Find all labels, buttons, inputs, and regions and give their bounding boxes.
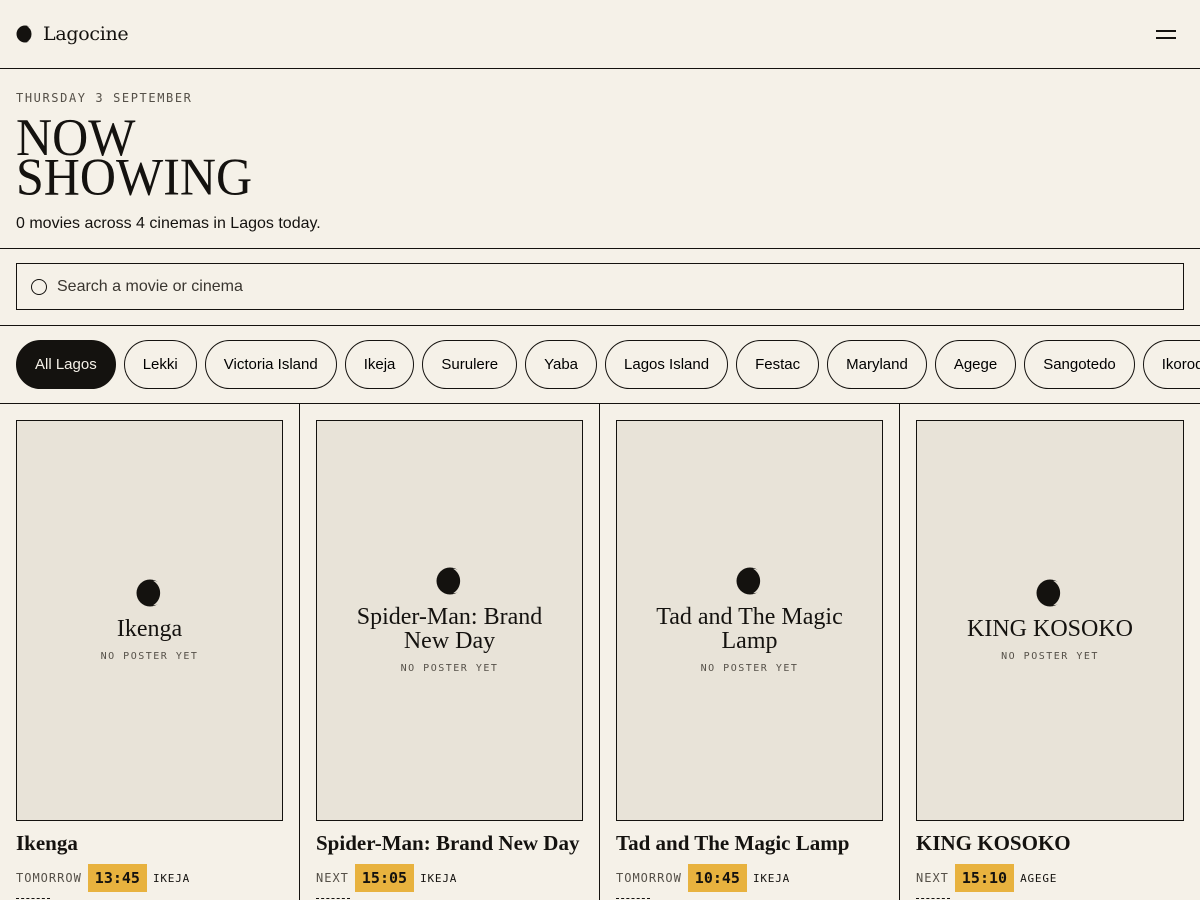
search-box[interactable] [16,263,1184,310]
movie-title[interactable]: Ikenga [16,831,283,856]
poster-placeholder[interactable]: Ikenga NO POSTER YET [16,420,283,821]
poster-title: Ikenga [116,616,183,642]
cinema-label: IKEJA [752,871,791,885]
movie-card[interactable]: Spider-Man: Brand New Day NO POSTER YET … [300,404,600,900]
showtime-day: TOMORROW [616,871,682,885]
movie-grid: Ikenga NO POSTER YET Ikenga TOMORROW 13:… [0,404,1200,900]
divider [616,898,650,899]
page-subtitle: 0 movies across 4 cinemas in Lagos today… [16,215,321,232]
date-label: THURSDAY 3 SEPTEMBER [16,91,193,105]
page-title-line2: SHOWING [16,147,253,207]
search-icon [31,278,47,295]
poster-placeholder[interactable]: Spider-Man: Brand New Day NO POSTER YET [316,420,583,821]
filter-chip-lagos-island[interactable]: Lagos Island [605,340,729,389]
filter-chip-surulere[interactable]: Surulere [422,340,518,389]
showtime-row: TOMORROW 10:45 IKEJA [616,864,883,892]
movie-title[interactable]: KING KOSOKO [916,831,1184,856]
hero: THURSDAY 3 SEPTEMBER NOW SHOWING 0 movie… [0,69,1200,249]
showtime-day: NEXT [916,871,949,885]
filter-chip-all-lagos[interactable]: All Lagos [16,340,116,389]
filter-chip-ikorodu-road[interactable]: Ikorodu Ro [1142,340,1200,389]
no-poster-label: NO POSTER YET [100,651,199,662]
site-header: Lagocine [0,0,1200,69]
no-poster-label: NO POSTER YET [400,663,499,674]
showtime-button[interactable]: 15:05 [354,864,415,892]
search-section [0,249,1200,326]
moon-icon [736,567,764,595]
filter-chip-ikeja[interactable]: Ikeja [344,340,415,389]
filter-chip-agege[interactable]: Agege [934,340,1017,389]
logo[interactable]: Lagocine [16,23,129,45]
movie-card[interactable]: Tad and The Magic Lamp NO POSTER YET Tad… [600,404,900,900]
movie-title[interactable]: Spider-Man: Brand New Day [316,831,583,856]
menu-icon[interactable] [1156,22,1180,46]
filter-chip-festac[interactable]: Festac [736,340,820,389]
cinema-label: IKEJA [152,871,191,885]
movie-card[interactable]: Ikenga NO POSTER YET Ikenga TOMORROW 13:… [0,404,300,900]
cinema-label: IKEJA [420,871,458,885]
showtime-row: TOMORROW 13:45 IKEJA [16,864,283,892]
movie-title[interactable]: Tad and The Magic Lamp [616,831,883,856]
showtime-row: NEXT 15:05 IKEJA [316,864,583,892]
showtime-button[interactable]: 13:45 [87,864,147,892]
showtime-button[interactable]: 15:10 [954,864,1015,892]
divider [316,898,350,899]
poster-placeholder[interactable]: KING KOSOKO NO POSTER YET [916,420,1184,821]
filter-chip-lekki[interactable]: Lekki [123,340,197,389]
location-filter-bar: All Lagos Lekki Victoria Island Ikeja Su… [0,326,1200,404]
cinema-label: AGEGE [1020,871,1058,885]
showtime-day: TOMORROW [16,871,82,885]
poster-title: Spider-Man: Brand New Day [356,604,543,654]
search-input[interactable] [57,277,1169,296]
divider [916,898,950,899]
moon-icon [136,579,164,607]
filter-chip-victoria-island[interactable]: Victoria Island [204,340,337,389]
filter-chip-maryland[interactable]: Maryland [827,340,927,389]
no-poster-label: NO POSTER YET [1001,651,1099,662]
no-poster-label: NO POSTER YET [700,663,799,674]
divider [16,898,50,899]
moon-icon [436,567,464,595]
filter-chip-yaba[interactable]: Yaba [525,340,598,389]
showtime-row: NEXT 15:10 AGEGE [916,864,1184,892]
showtime-button[interactable]: 10:45 [687,864,747,892]
movie-card[interactable]: KING KOSOKO NO POSTER YET KING KOSOKO NE… [900,404,1200,900]
moon-icon [1036,579,1064,607]
poster-title: Tad and The Magic Lamp [656,604,843,654]
filter-chip-sangotedo[interactable]: Sangotedo [1024,340,1135,389]
poster-title: KING KOSOKO [967,616,1133,642]
poster-placeholder[interactable]: Tad and The Magic Lamp NO POSTER YET [616,420,883,821]
brand-name: Lagocine [43,23,129,45]
moon-logo-icon [16,25,34,43]
showtime-day: NEXT [316,871,349,885]
page-title: NOW SHOWING [16,111,1184,207]
